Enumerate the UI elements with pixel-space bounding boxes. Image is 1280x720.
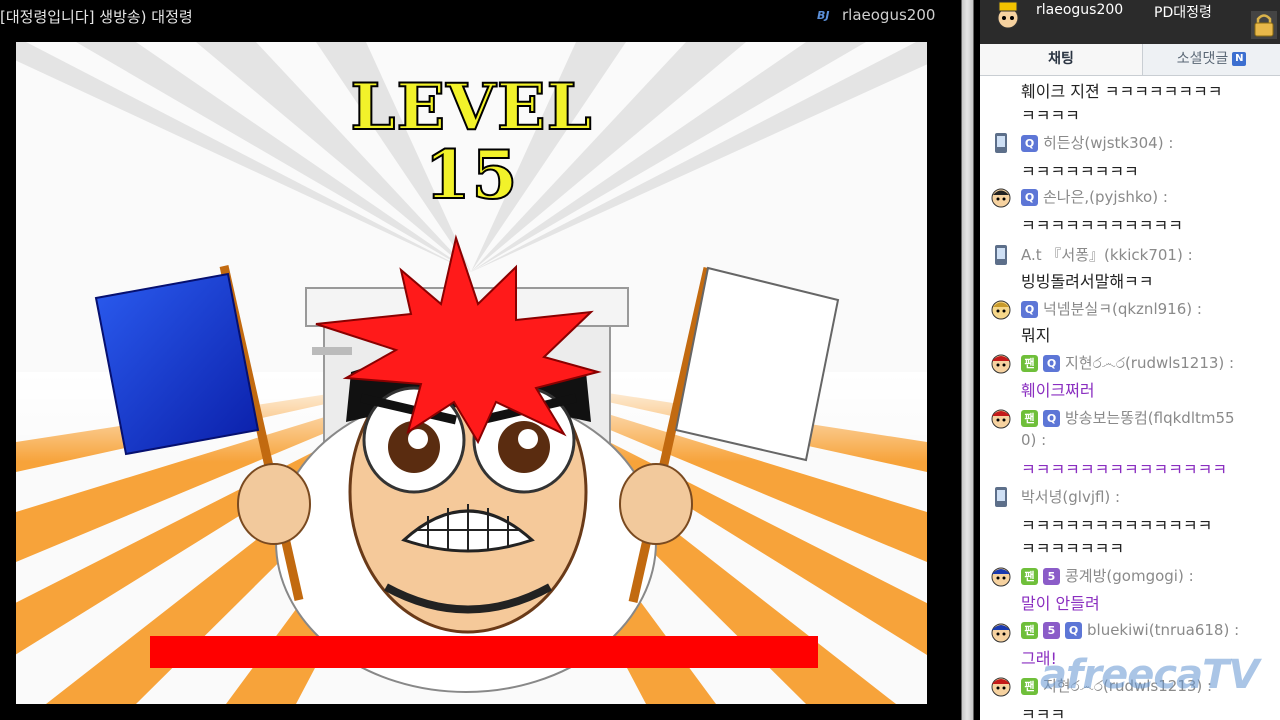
mobile-icon xyxy=(995,245,1007,265)
fan-badge: 팬 xyxy=(1021,678,1038,695)
message-text: 빙빙돌려서말해ㅋㅋ xyxy=(1021,272,1154,291)
broadcast-title: [대정령입니다] 생방송) 대정령 xyxy=(0,8,193,26)
left-eye-glint xyxy=(408,429,428,449)
fan-badge: 팬 xyxy=(1021,568,1038,585)
face-icon xyxy=(991,623,1011,643)
message-user[interactable]: A.t 『서퐁』(kkick701) : xyxy=(1021,244,1193,265)
left-flag-blue xyxy=(94,272,260,456)
face-icon xyxy=(991,409,1011,429)
face-icon xyxy=(991,567,1011,587)
message-user[interactable]: Q 손나은,(pyjshko) : xyxy=(1021,186,1168,207)
level-number: 15 xyxy=(424,135,519,215)
tab-chat-label: 채팅 xyxy=(1048,51,1074,67)
level-badge: 5 xyxy=(1043,622,1060,639)
level-label: LEVEL xyxy=(349,69,593,146)
game-video[interactable]: LEVEL 15 xyxy=(16,42,927,704)
quick-badge: Q xyxy=(1065,622,1082,639)
username: 넉넴분실ㅋ(qkznl916) : xyxy=(1043,300,1202,318)
header-username[interactable]: rlaeogus200 xyxy=(1036,2,1123,18)
chat-tabs: 채팅 소셜댓글 N xyxy=(980,44,1280,76)
panel-divider[interactable] xyxy=(955,0,980,720)
message-user[interactable]: 팬 5 콩계방(gomgogi) : xyxy=(1021,565,1194,586)
quick-badge: Q xyxy=(1021,301,1038,318)
message-text: 뭐지 xyxy=(1021,326,1051,345)
broadcast-titlebar: [대정령입니다] 생방송) 대정령 BJ rlaeogus200 xyxy=(0,0,955,34)
message-text-cont: ㅋㅋㅋㅋㅋㅋㅋ xyxy=(1021,539,1125,558)
tab-chat[interactable]: 채팅 xyxy=(980,44,1143,75)
bj-label: BJ xyxy=(817,9,830,22)
face-icon xyxy=(991,300,1011,320)
header-role: PD대정령 xyxy=(1154,5,1212,21)
chat-header: rlaeogus200 PD대정령 xyxy=(980,0,1280,44)
face-icon xyxy=(991,354,1011,374)
message-user[interactable]: 박서녕(glvjfl) : xyxy=(1021,486,1120,507)
username: 방송보는똥컴(flqkdltm55 xyxy=(1065,409,1235,427)
message-text-cont: ㅋㅋㅋㅋ xyxy=(1021,106,1080,125)
right-hand xyxy=(619,463,693,545)
username: 콩계방(gomgogi) : xyxy=(1065,567,1194,585)
mobile-icon xyxy=(995,133,1007,153)
username: 히든상(wjstk304) : xyxy=(1043,134,1174,152)
tab-social-comments[interactable]: 소셜댓글 N xyxy=(1143,44,1280,75)
new-badge: N xyxy=(1232,52,1247,66)
user-avatar-icon xyxy=(997,1,1019,29)
message-text: ㅋㅋㅋㅋㅋㅋㅋㅋㅋㅋㅋㅋㅋ xyxy=(1021,516,1213,535)
username: bluekiwi(tnrua618) : xyxy=(1087,621,1240,639)
message-text: ㅋㅋㅋㅋㅋㅋㅋㅋㅋㅋㅋㅋㅋㅋ xyxy=(1021,460,1228,479)
message-text: 훼이크 지젼 ㅋㅋㅋㅋㅋㅋㅋㅋ xyxy=(1021,82,1223,101)
message-user[interactable]: 팬 5 Qbluekiwi(tnrua618) : xyxy=(1021,621,1239,639)
message-text: 훼이크쩌러 xyxy=(1021,381,1095,400)
lock-button[interactable] xyxy=(1251,11,1277,39)
username: 지현ර෴ර(rudwls1213) : xyxy=(1065,354,1235,372)
message-text: ㅋㅋㅋㅋㅋㅋㅋㅋㅋㅋㅋ xyxy=(1021,216,1183,235)
face-icon xyxy=(991,188,1011,208)
fan-badge: 팬 xyxy=(1021,410,1038,427)
right-eye-glint xyxy=(518,429,538,449)
message-text: ㅋㅋㅋ xyxy=(1021,705,1066,720)
mobile-icon xyxy=(995,487,1007,507)
left-hand xyxy=(237,463,311,545)
face-icon xyxy=(991,677,1011,697)
quick-badge: Q xyxy=(1043,410,1060,427)
username: 손나은,(pyjshko) : xyxy=(1043,188,1168,206)
quick-badge: Q xyxy=(1043,355,1060,372)
fan-badge: 팬 xyxy=(1021,355,1038,372)
level-badge: 5 xyxy=(1043,568,1060,585)
lock-icon xyxy=(1254,14,1274,37)
toilet-handle xyxy=(312,347,352,355)
chat-panel: rlaeogus200 PD대정령 채팅 소셜댓글 N 훼이크 지젼 ㅋㅋㅋㅋㅋㅋ… xyxy=(980,0,1280,720)
message-text: 말이 안들려 xyxy=(1021,594,1100,613)
tab-social-label: 소셜댓글 xyxy=(1176,51,1229,67)
message-user[interactable]: 팬 Q 지현ර෴ර(rudwls1213) : xyxy=(1021,352,1234,373)
fan-badge: 팬 xyxy=(1021,622,1038,639)
timer-bar xyxy=(150,636,818,668)
message-user[interactable]: Q 넉넴분실ㅋ(qkznl916) : xyxy=(1021,298,1202,319)
message-user-cont: 0) : xyxy=(1021,431,1047,449)
afreecatv-watermark: afreecaTV xyxy=(1040,652,1259,698)
message-user[interactable]: 팬 Q 방송보는똥컴(flqkdltm55 xyxy=(1021,407,1235,428)
quick-badge: Q xyxy=(1021,135,1038,152)
message-text: ㅋㅋㅋㅋㅋㅋㅋㅋ xyxy=(1021,162,1139,181)
quick-badge: Q xyxy=(1021,189,1038,206)
message-user[interactable]: Q 히든상(wjstk304) : xyxy=(1021,132,1173,153)
bj-name[interactable]: rlaeogus200 xyxy=(842,6,935,24)
